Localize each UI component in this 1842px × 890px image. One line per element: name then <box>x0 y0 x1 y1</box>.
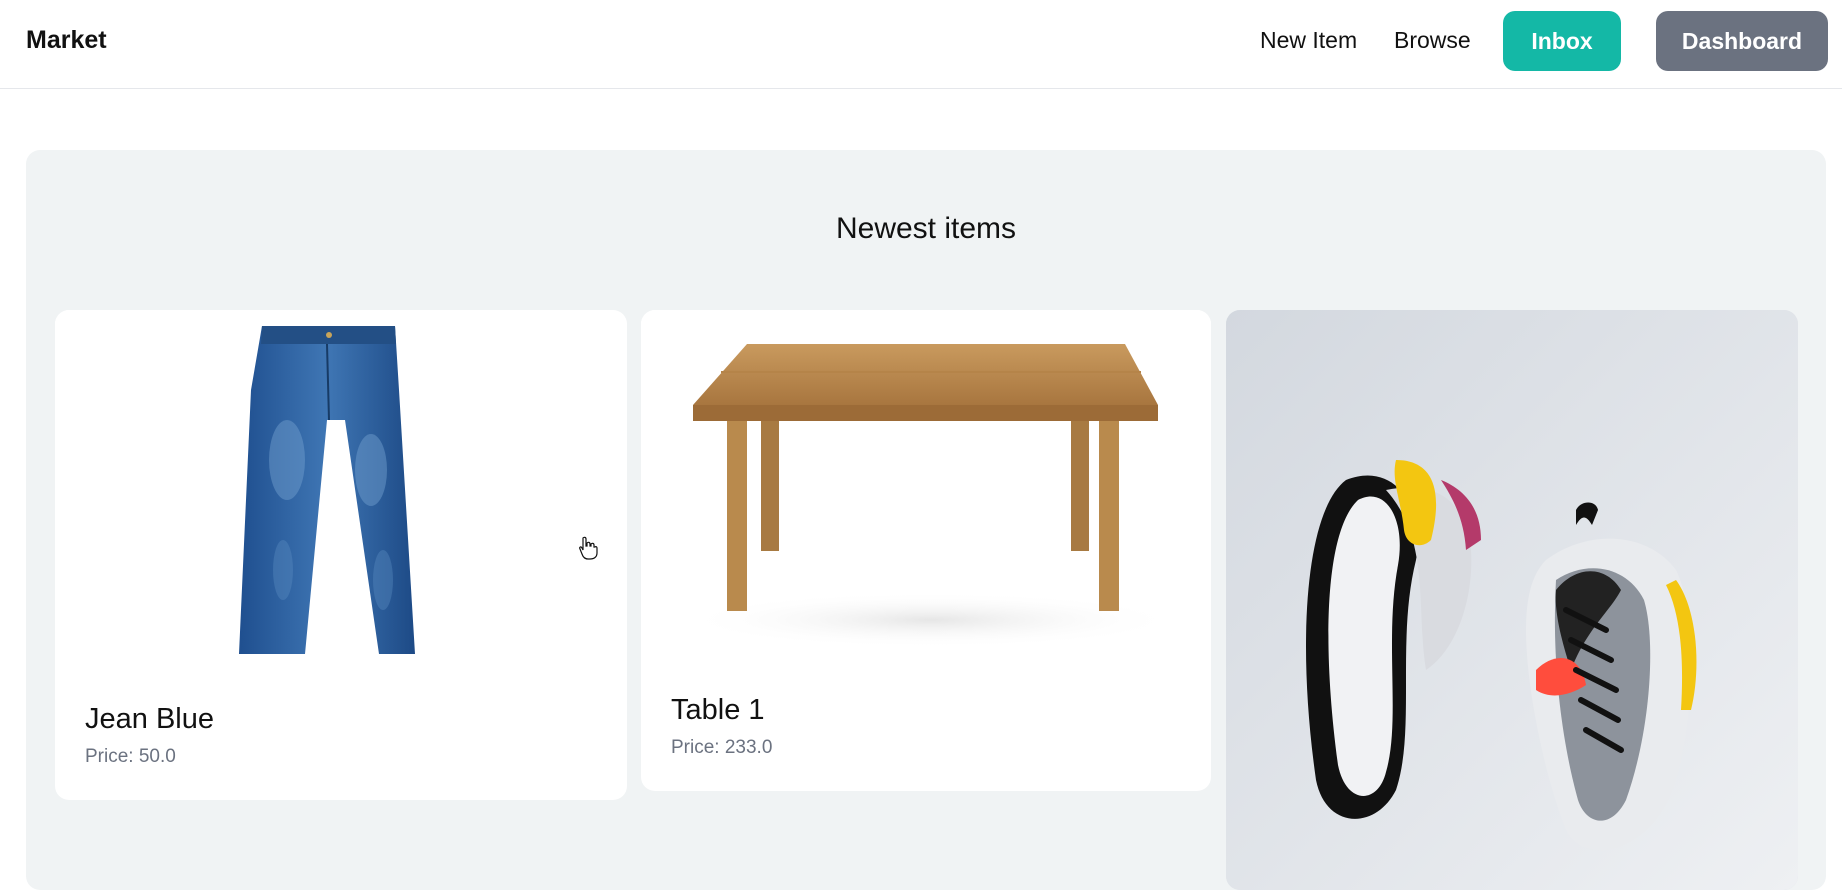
hand-cursor-icon <box>579 536 598 560</box>
item-card-jean-blue[interactable]: Jean Blue Price: 50.0 <box>55 310 627 800</box>
new-item-link[interactable]: New Item <box>1260 27 1357 54</box>
top-nav: Market New Item Browse Inbox Dashboard <box>0 0 1842 89</box>
browse-link[interactable]: Browse <box>1394 27 1471 54</box>
item-name: Jean Blue <box>85 703 214 735</box>
newest-items-section: Newest items Jean Blue Price: 50.0 Table… <box>26 150 1826 890</box>
section-title: Newest items <box>835 212 1017 245</box>
item-image <box>1226 310 1798 890</box>
brand-logo[interactable]: Market <box>26 26 107 55</box>
dashboard-button[interactable]: Dashboard <box>1656 11 1828 71</box>
item-card-sneakers[interactable] <box>1226 310 1798 890</box>
item-image <box>641 310 1211 660</box>
item-price: Price: 233.0 <box>671 737 773 758</box>
jeans-icon <box>239 326 415 654</box>
sneakers-icon <box>1226 310 1798 890</box>
inbox-button[interactable]: Inbox <box>1503 11 1621 71</box>
item-price: Price: 50.0 <box>85 746 176 767</box>
item-image <box>55 310 595 670</box>
item-card-table-1[interactable]: Table 1 Price: 233.0 <box>641 310 1211 791</box>
table-icon <box>681 344 1181 648</box>
item-name: Table 1 <box>671 694 765 726</box>
